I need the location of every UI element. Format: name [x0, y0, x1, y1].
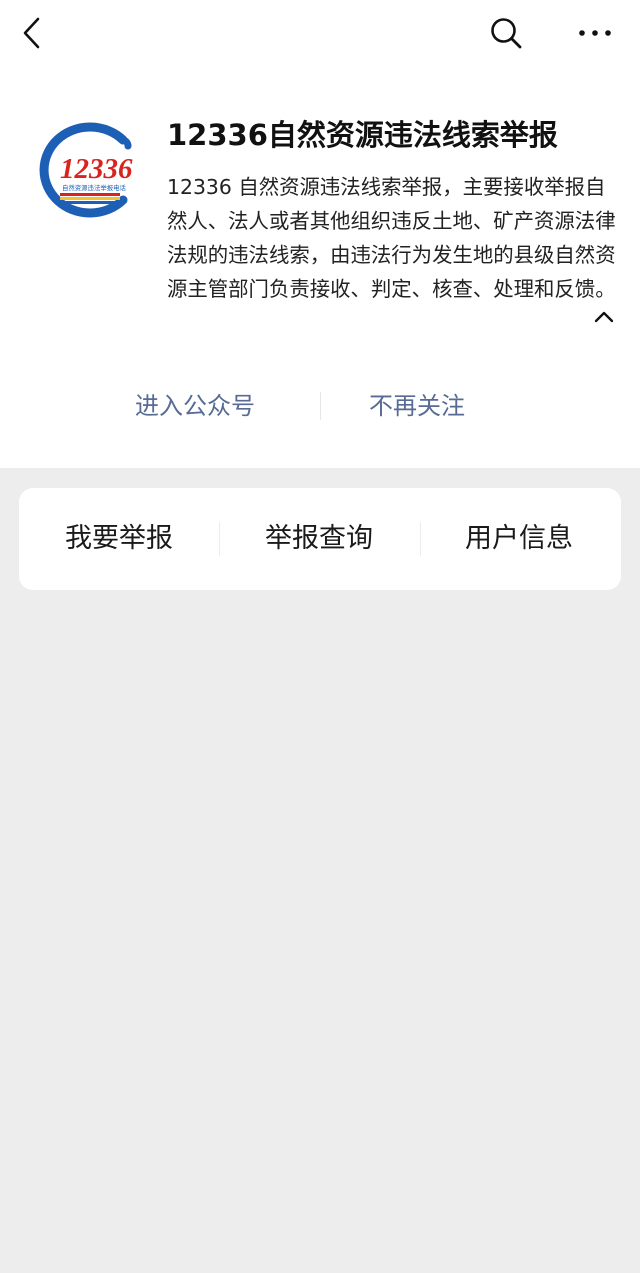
unfollow-button[interactable]: 不再关注 [369, 380, 465, 432]
search-button[interactable] [476, 0, 536, 66]
menu-item-report-query[interactable]: 举报查询 [219, 488, 419, 590]
logo-subtext: 自然资源违法举报电话 [62, 183, 127, 192]
logo-number: 12336 [60, 153, 133, 185]
navigation-bar [0, 0, 640, 66]
account-actions: 进入公众号 不再关注 [0, 380, 640, 432]
account-logo: 12336 自然资源违法举报电话 [30, 122, 136, 218]
collapse-description-button[interactable] [589, 302, 619, 332]
menu-item-report[interactable]: 我要举报 [19, 488, 219, 590]
search-icon [491, 18, 522, 49]
enter-account-button[interactable]: 进入公众号 [135, 380, 255, 432]
chevron-left-icon [23, 17, 40, 49]
back-button[interactable] [2, 0, 62, 66]
chevron-up-icon [594, 311, 614, 323]
account-header: 12336 自然资源违法举报电话 12336自然资源违法线索举报 12336 自… [0, 0, 640, 468]
menu-item-user-info[interactable]: 用户信息 [419, 488, 619, 590]
service-menu: 我要举报 举报查询 用户信息 [19, 488, 621, 590]
account-description: 12336 自然资源违法线索举报，主要接收举报自然人、法人或者其他组织违反土地、… [167, 175, 616, 301]
more-dots-icon [579, 30, 611, 36]
actions-divider [320, 392, 321, 420]
more-button[interactable] [565, 0, 625, 66]
account-name: 12336自然资源违法线索举报 [167, 118, 558, 152]
